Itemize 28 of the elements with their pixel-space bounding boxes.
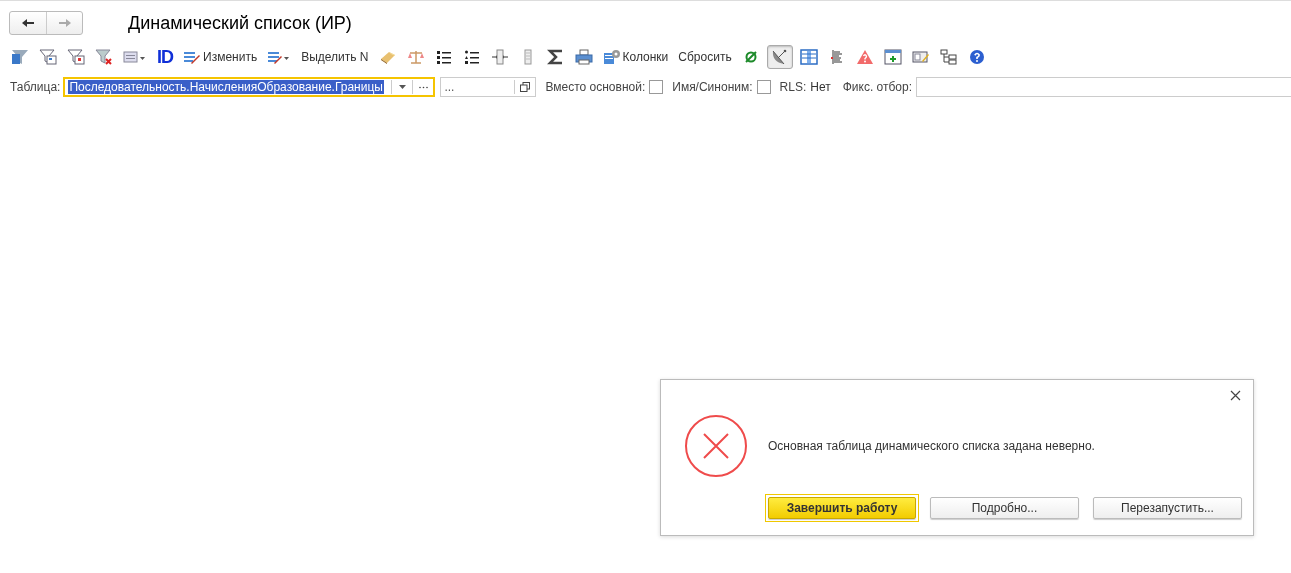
error-icon [684, 414, 748, 478]
error-message: Основная таблица динамического списка задана неверно. [768, 439, 1095, 453]
rls-value: Нет [810, 80, 831, 94]
dialog-button[interactable]: Завершить работу [768, 497, 916, 519]
edit-button[interactable]: Изменить [180, 45, 261, 69]
fixed-filter-field[interactable] [916, 77, 1291, 97]
synonym-checkbox[interactable] [756, 80, 771, 94]
window-title: Динамический список (ИР) [128, 12, 352, 34]
id-button[interactable]: ID [154, 45, 176, 69]
fixed-filter-label: Фикс. отбор: [842, 80, 912, 94]
columns-gear-icon [602, 49, 621, 65]
toolbar-button[interactable]: Сбросить [675, 45, 735, 69]
instead-label: Вместо основной: [545, 80, 646, 94]
right-arrow-icon [57, 18, 72, 28]
instead-checkbox[interactable] [649, 80, 664, 94]
table-combo-field[interactable]: Последовательность.НачисленияОбразование.Границы [63, 77, 436, 97]
columns-button[interactable]: Колонки [599, 45, 672, 69]
dialog-button[interactable]: Подробно... [930, 497, 1079, 519]
synonym-label: Имя/Синоним: [672, 80, 753, 94]
left-arrow-icon [21, 18, 35, 28]
rls-label: RLS: [779, 80, 807, 94]
list-pencil-icon [183, 49, 201, 65]
table-label: Таблица: [10, 80, 61, 94]
dish-icon[interactable] [766, 45, 793, 69]
toolbar-button[interactable]: Выделить N [298, 45, 372, 69]
text-field[interactable]: ... [440, 77, 537, 97]
close-icon[interactable] [1228, 388, 1243, 403]
dialog-button[interactable]: Перезапустить... [1093, 497, 1242, 519]
